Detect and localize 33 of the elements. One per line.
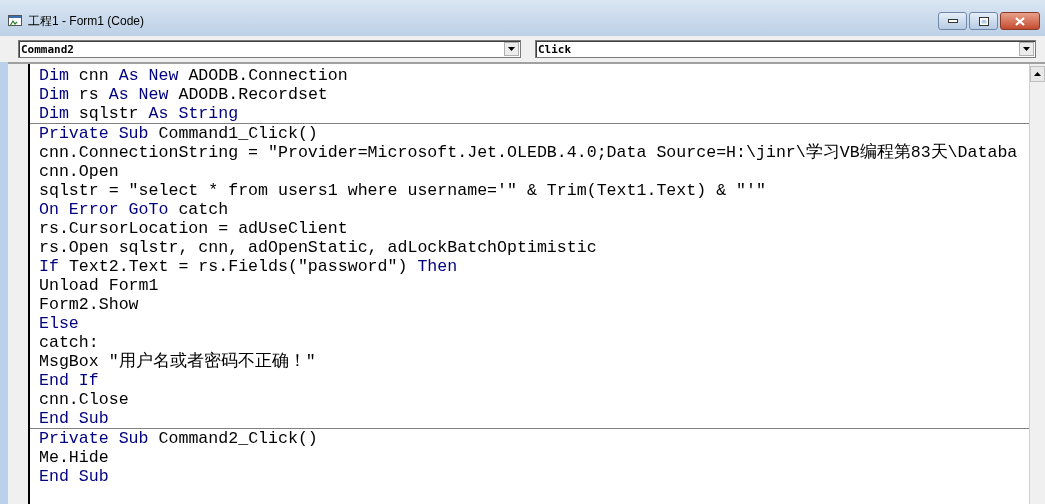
close-icon xyxy=(1015,16,1025,26)
code-line: MsgBox "用户名或者密码不正确！" xyxy=(38,352,316,371)
code-line: sqlstr = "select * from users1 where username='" & Trim(Text1.Text) & "'" xyxy=(38,181,766,200)
code-line: Dim cnn As New ADODB.Connection xyxy=(38,66,348,85)
procedure-dropdown[interactable]: Click xyxy=(535,40,1036,58)
window-title: 工程1 - Form1 (Code) xyxy=(28,13,145,30)
code-line: Dim rs As New ADODB.Recordset xyxy=(38,85,328,104)
code-line: rs.CursorLocation = adUseClient xyxy=(38,219,348,238)
code-line: cnn.Open xyxy=(38,162,119,181)
code-line: rs.Open sqlstr, cnn, adOpenStatic, adLockBatchOptimistic xyxy=(38,238,597,257)
code-line: Dim sqlstr As String xyxy=(38,104,239,123)
minimize-button[interactable] xyxy=(938,12,967,30)
code-line: On Error GoTo catch xyxy=(38,200,229,219)
code-line: Private Sub Command2_Click() xyxy=(38,429,318,448)
code-line: If Text2.Text = rs.Fields("password") Then xyxy=(38,257,458,276)
scroll-up-icon[interactable] xyxy=(1030,66,1045,82)
close-button[interactable] xyxy=(1000,12,1040,30)
code-line: catch: xyxy=(38,333,99,352)
code-line: Private Sub Command1_Click() xyxy=(38,124,318,143)
maximize-icon xyxy=(978,16,989,26)
code-window-icon xyxy=(8,14,22,28)
code-line: End If xyxy=(38,371,99,390)
code-line: Else xyxy=(38,314,79,333)
code-line: cnn.Close xyxy=(38,390,129,409)
code-line: cnn.ConnectionString = "Provider=Microsoft.Jet.OLEDB.4.0;Data Source=H:\jinr\学习VB编程第83天\Databa xyxy=(38,143,1018,162)
minimize-icon xyxy=(947,19,958,23)
code-line: Me.Hide xyxy=(38,448,109,467)
code-line: End Sub xyxy=(38,409,109,428)
code-line: End Sub xyxy=(38,467,109,486)
object-dropdown[interactable]: Command2 xyxy=(18,40,521,58)
maximize-button[interactable] xyxy=(969,12,998,30)
code-line: Form2.Show xyxy=(38,295,139,314)
code-line: Unload Form1 xyxy=(38,276,159,295)
